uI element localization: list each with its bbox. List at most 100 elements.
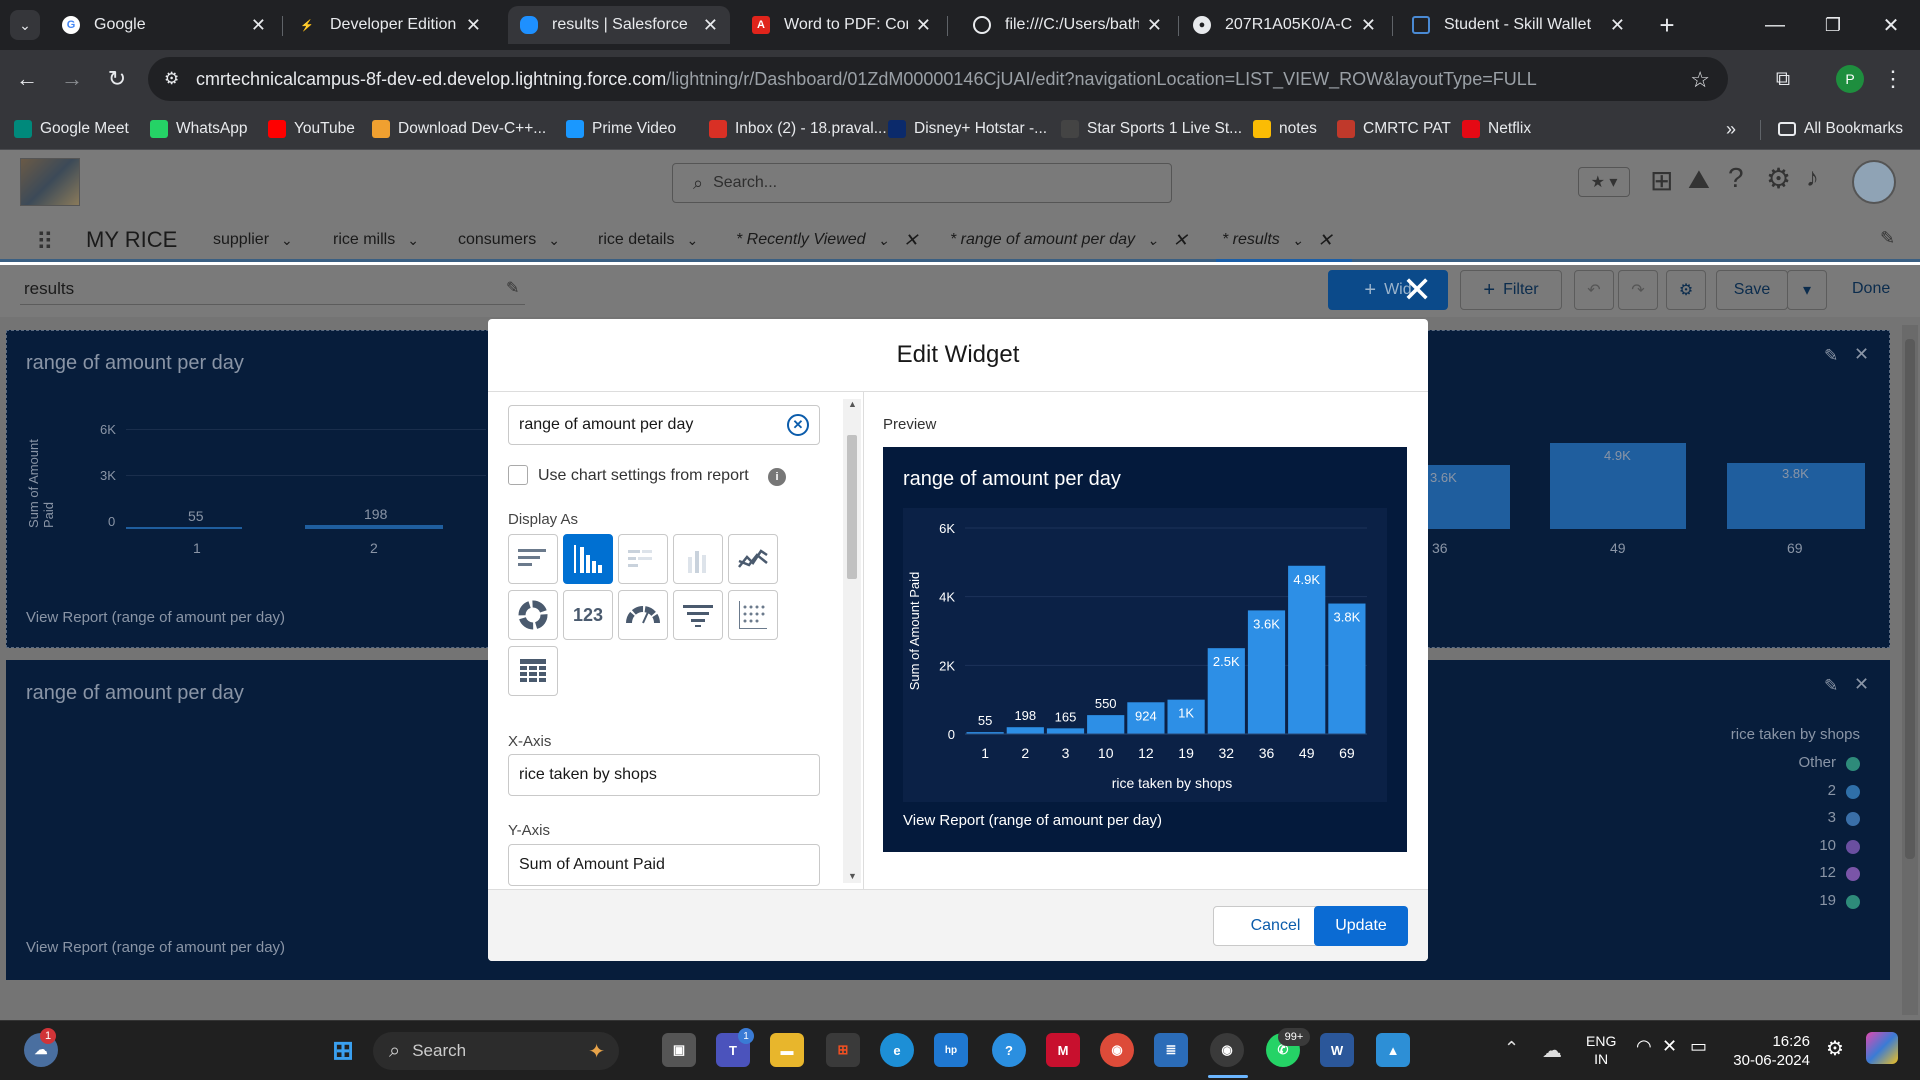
edit-nav-pencil-icon[interactable]: ✎: [1880, 228, 1895, 249]
rename-pencil-icon[interactable]: ✎: [506, 278, 519, 298]
browser-tab-4[interactable]: A Word to PDF: Conver ✕: [740, 6, 943, 44]
browser-tab-7[interactable]: Student - Skill Wallet ✕: [1400, 6, 1637, 44]
yaxis-select[interactable]: Sum of Amount Paid: [508, 844, 820, 886]
widget-2-edit-pencil-icon[interactable]: ✎: [1824, 676, 1838, 696]
microsoft-store-icon[interactable]: ⊞: [826, 1033, 860, 1067]
funnel-chart-icon[interactable]: [673, 590, 723, 640]
chevron-down-icon[interactable]: ⌄: [686, 232, 698, 249]
new-tab-button[interactable]: +: [1652, 10, 1682, 40]
volume-muted-icon[interactable]: ✕: [1662, 1036, 1677, 1057]
battery-icon[interactable]: ▭: [1690, 1036, 1707, 1057]
chevron-down-icon[interactable]: ⌄: [878, 232, 890, 249]
close-nav-tab-icon[interactable]: ✕: [1173, 230, 1188, 251]
nav-item-2[interactable]: rice mills ⌄: [333, 218, 419, 262]
browser-tab-1[interactable]: G Google ✕: [50, 6, 278, 44]
close-tab-icon[interactable]: ✕: [1147, 15, 1162, 36]
start-windows-icon[interactable]: ⊞: [326, 1033, 360, 1067]
mcafee-icon[interactable]: M: [1046, 1033, 1080, 1067]
nav-item-4[interactable]: rice details ⌄: [598, 218, 698, 262]
filter-button[interactable]: + Filter: [1460, 270, 1562, 310]
notifications-bell-icon[interactable]: ♪: [1806, 162, 1819, 193]
forward-icon[interactable]: →: [57, 64, 87, 94]
widget-1-view-report-link[interactable]: View Report (range of amount per day): [26, 609, 285, 626]
global-actions-plus-icon[interactable]: ⊞: [1650, 164, 1673, 197]
photos-icon[interactable]: ▲: [1376, 1033, 1410, 1067]
notification-settings-icon[interactable]: ⚙: [1826, 1036, 1844, 1061]
address-bar[interactable]: ⚙ cmrtechnicalcampus-8f-dev-ed.develop.l…: [148, 57, 1728, 101]
undo-icon[interactable]: ↶: [1574, 270, 1614, 310]
browser-tab-3[interactable]: results | Salesforce ✕: [508, 6, 730, 44]
global-search-input[interactable]: ⌕ Search...: [672, 163, 1172, 203]
chevron-down-icon[interactable]: ⌄: [407, 232, 419, 249]
xaxis-select[interactable]: rice taken by shops: [508, 754, 820, 796]
nav-item-6[interactable]: * range of amount per day ⌄ ✕: [950, 218, 1188, 262]
close-tab-icon[interactable]: ✕: [251, 15, 266, 36]
properties-gear-icon[interactable]: ⚙: [1666, 270, 1706, 310]
browser-tab-5[interactable]: file:///C:/Users/bathu ✕: [961, 6, 1174, 44]
use-report-settings-checkbox[interactable]: [508, 465, 528, 485]
line-chart-icon[interactable]: [728, 534, 778, 584]
reload-icon[interactable]: ↻: [102, 64, 132, 94]
more-bookmarks-icon[interactable]: »: [1716, 114, 1746, 144]
minimize-window-button[interactable]: —: [1760, 10, 1790, 40]
chevron-down-icon[interactable]: ⌄: [1147, 232, 1159, 249]
file-explorer-icon[interactable]: ▬: [770, 1033, 804, 1067]
scatter-chart-icon[interactable]: [728, 590, 778, 640]
bookmark-item[interactable]: WhatsApp: [150, 108, 248, 150]
nav-item-3[interactable]: consumers ⌄: [458, 218, 560, 262]
gauge-chart-icon[interactable]: [618, 590, 668, 640]
browser-menu-icon[interactable]: ⋮: [1880, 64, 1906, 94]
vertical-bar-chart-icon[interactable]: [563, 534, 613, 584]
close-tab-icon[interactable]: ✕: [916, 15, 931, 36]
chevron-down-icon[interactable]: ⌄: [281, 232, 293, 249]
stacked-horizontal-bar-icon[interactable]: [618, 534, 668, 584]
widget-title-input[interactable]: range of amount per day ✕: [508, 405, 820, 445]
bookmark-item[interactable]: Download Dev-C++...: [372, 108, 546, 150]
favorites-star-icon[interactable]: ★ ▾: [1578, 167, 1630, 197]
dashboard-scrollbar[interactable]: [1902, 325, 1918, 1015]
word-icon[interactable]: W: [1320, 1033, 1354, 1067]
taskbar-search-box[interactable]: ⌕ Search ✦: [373, 1032, 619, 1070]
nav-item-1[interactable]: supplier ⌄: [213, 218, 293, 262]
chrome-icon[interactable]: ◉: [1100, 1033, 1134, 1067]
show-hidden-icons[interactable]: ⌃: [1504, 1038, 1519, 1059]
user-avatar[interactable]: [1852, 160, 1896, 204]
onedrive-cloud-icon[interactable]: ☁: [1542, 1038, 1562, 1063]
donut-chart-icon[interactable]: [508, 590, 558, 640]
bookmark-item[interactable]: YouTube: [268, 108, 355, 150]
scroll-down-icon[interactable]: ▼: [848, 871, 857, 881]
table-icon[interactable]: [508, 646, 558, 696]
wifi-icon[interactable]: ◠: [1636, 1036, 1652, 1057]
restore-window-button[interactable]: ❐: [1818, 10, 1848, 40]
widget-1-edit-pencil-icon[interactable]: ✎: [1824, 346, 1838, 366]
settings-scrollbar[interactable]: ▲ ▼: [843, 399, 861, 883]
info-icon[interactable]: i: [768, 468, 786, 486]
preview-view-report-link[interactable]: View Report (range of amount per day): [903, 812, 1162, 829]
app-launcher-icon[interactable]: ⠿: [36, 228, 54, 257]
language-indicator[interactable]: ENG IN: [1586, 1032, 1616, 1068]
close-window-button[interactable]: ✕: [1876, 10, 1906, 40]
redo-icon[interactable]: ↷: [1618, 270, 1658, 310]
tab-search-button[interactable]: ⌄: [10, 10, 40, 40]
bookmark-item[interactable]: CMRTC PAT: [1337, 108, 1451, 150]
widget-2-remove-icon[interactable]: ✕: [1854, 674, 1869, 695]
bookmark-item[interactable]: notes: [1253, 108, 1317, 150]
widget-1-remove-icon[interactable]: ✕: [1854, 344, 1869, 365]
trailhead-icon[interactable]: ⛰: [1688, 164, 1710, 196]
all-bookmarks[interactable]: All Bookmarks: [1778, 108, 1903, 150]
close-tab-icon[interactable]: ✕: [466, 15, 481, 36]
update-button[interactable]: Update: [1314, 906, 1408, 946]
close-tab-icon[interactable]: ✕: [703, 15, 718, 36]
close-icon[interactable]: ✕: [1402, 270, 1432, 310]
close-tab-icon[interactable]: ✕: [1610, 15, 1625, 36]
bookmark-item[interactable]: Inbox (2) - 18.praval...: [709, 108, 887, 150]
setup-gear-icon[interactable]: ⚙: [1766, 162, 1791, 195]
stacked-vertical-bar-icon[interactable]: [673, 534, 723, 584]
nav-item-5[interactable]: * Recently Viewed ⌄ ✕: [736, 218, 918, 262]
browser-tab-2[interactable]: ⚡ Developer Edition Sig ✕: [286, 6, 493, 44]
edge-icon[interactable]: e: [880, 1033, 914, 1067]
clock[interactable]: 16:26 30-06-2024: [1733, 1032, 1810, 1070]
chevron-down-icon[interactable]: ⌄: [548, 232, 560, 249]
extensions-icon[interactable]: ⧉: [1768, 64, 1798, 94]
chrome-profile-icon[interactable]: ◉: [1210, 1033, 1244, 1067]
